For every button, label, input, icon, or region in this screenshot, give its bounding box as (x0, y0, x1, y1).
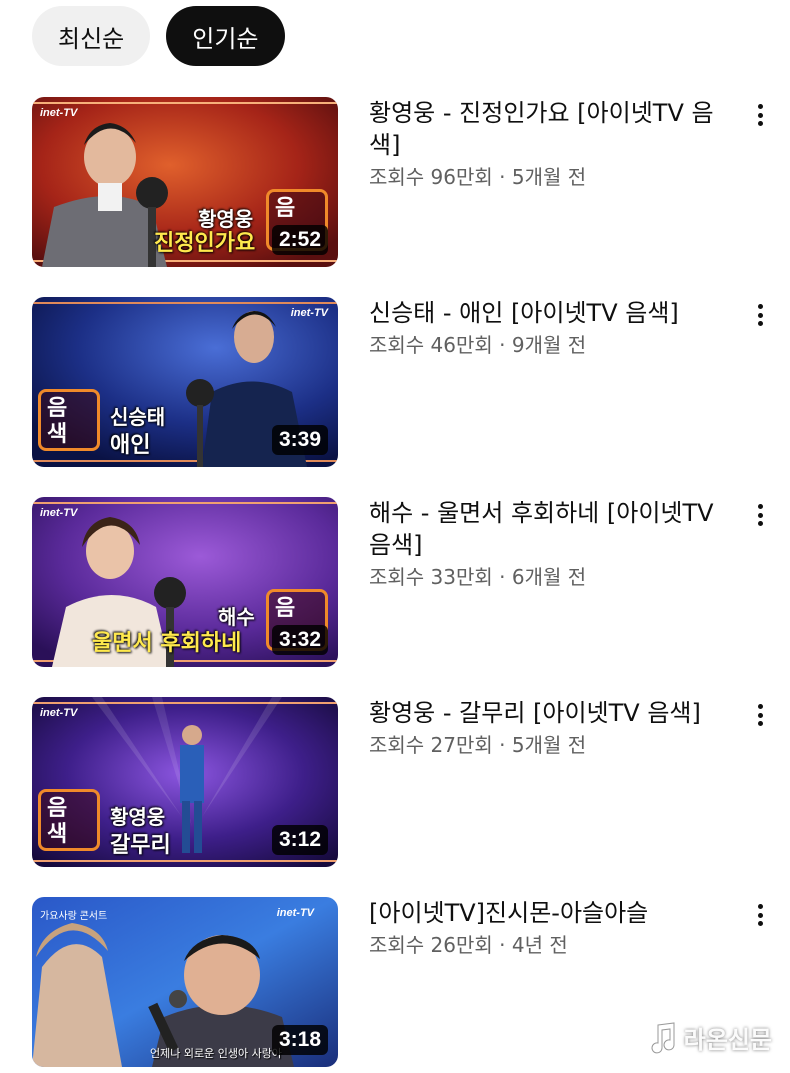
thumbnail-song: 애인 (110, 433, 151, 458)
video-title[interactable]: [아이넷TV]진시몬-아슬아슬 (369, 897, 739, 929)
sort-chips: 최신순 인기순 (32, 6, 285, 66)
video-thumbnail[interactable]: inet-TV 해수 울면서 후회하네 음 3:32 (32, 497, 338, 667)
video-item[interactable]: inet-TV 해수 울면서 후회하네 음 3:32 해수 - 울면서 후회하네… (32, 497, 772, 667)
thumbnail-song: 울면서 후회하네 (92, 631, 242, 656)
video-thumbnail[interactable]: inet-TV 음색 신승태 애인 3:39 (32, 297, 338, 467)
eumsaek-badge: 음색 (38, 789, 100, 851)
video-info: 황영웅 - 진정인가요 [아이넷TV 음색] 조회수 96만회 · 5개월 전 (369, 97, 739, 191)
video-thumbnail[interactable]: inet-TV 음색 황영웅 갈무리 3:12 (32, 697, 338, 867)
video-thumbnail[interactable]: 가요사랑 콘서트 inet-TV 언제나 외로운 인생아 사랑아 3:18 (32, 897, 338, 1067)
video-duration: 3:32 (271, 625, 328, 655)
publisher-watermark: 라온신문 (648, 1020, 772, 1055)
channel-logo: inet-TV (276, 907, 314, 919)
channel-logo: inet-TV (40, 107, 78, 119)
video-meta: 조회수 46만회 · 9개월 전 (369, 333, 587, 357)
channel-logo: inet-TV (40, 707, 78, 719)
eumsaek-badge: 음색 (38, 389, 100, 451)
video-meta: 조회수 96만회 · 5개월 전 (369, 165, 587, 189)
chip-popular[interactable]: 인기순 (166, 6, 285, 66)
more-options-icon[interactable] (748, 301, 772, 329)
video-info: 해수 - 울면서 후회하네 [아이넷TV 음색] 조회수 33만회 · 6개월 … (369, 497, 739, 591)
thumbnail-song: 진정인가요 (154, 231, 256, 256)
video-title[interactable]: 황영웅 - 갈무리 [아이넷TV 음색] (369, 697, 739, 729)
video-meta: 조회수 26만회 · 4년 전 (369, 933, 568, 957)
video-duration: 3:39 (271, 425, 328, 455)
video-duration: 3:18 (271, 1025, 328, 1055)
lyric-caption: 언제나 외로운 인생아 사랑아 (150, 1047, 282, 1060)
video-info: 신승태 - 애인 [아이넷TV 음색] 조회수 46만회 · 9개월 전 (369, 297, 739, 359)
video-item[interactable]: inet-TV 음색 신승태 애인 3:39 신승태 - 애인 [아이넷TV 음… (32, 297, 772, 467)
more-options-icon[interactable] (748, 501, 772, 529)
more-options-icon[interactable] (748, 101, 772, 129)
thumbnail-singer: 신승태 (110, 405, 166, 429)
thumbnail-singer: 황영웅 (110, 805, 166, 829)
corner-text: 가요사랑 콘서트 (40, 911, 108, 922)
video-meta: 조회수 27만회 · 5개월 전 (369, 733, 587, 757)
music-note-icon (651, 1021, 675, 1053)
channel-logo: inet-TV (290, 307, 328, 319)
video-item[interactable]: inet-TV 황영웅 진정인가요 음 2:52 황영웅 - 진정인가요 [아이… (32, 97, 772, 267)
video-title[interactable]: 신승태 - 애인 [아이넷TV 음색] (369, 297, 739, 329)
watermark-text: 라온신문 (683, 1026, 772, 1054)
video-item[interactable]: inet-TV 음색 황영웅 갈무리 3:12 황영웅 - 갈무리 [아이넷TV… (32, 697, 772, 867)
more-options-icon[interactable] (748, 901, 772, 929)
video-title[interactable]: 해수 - 울면서 후회하네 [아이넷TV 음색] (369, 497, 739, 561)
video-duration: 2:52 (271, 225, 328, 255)
video-meta: 조회수 33만회 · 6개월 전 (369, 565, 587, 589)
video-info: [아이넷TV]진시몬-아슬아슬 조회수 26만회 · 4년 전 (369, 897, 739, 959)
chip-latest[interactable]: 최신순 (32, 6, 151, 66)
more-options-icon[interactable] (748, 701, 772, 729)
video-duration: 3:12 (271, 825, 328, 855)
video-title[interactable]: 황영웅 - 진정인가요 [아이넷TV 음색] (369, 97, 739, 161)
video-thumbnail[interactable]: inet-TV 황영웅 진정인가요 음 2:52 (32, 97, 338, 267)
thumbnail-song: 갈무리 (110, 833, 171, 858)
channel-logo: inet-TV (40, 507, 78, 519)
video-info: 황영웅 - 갈무리 [아이넷TV 음색] 조회수 27만회 · 5개월 전 (369, 697, 739, 759)
